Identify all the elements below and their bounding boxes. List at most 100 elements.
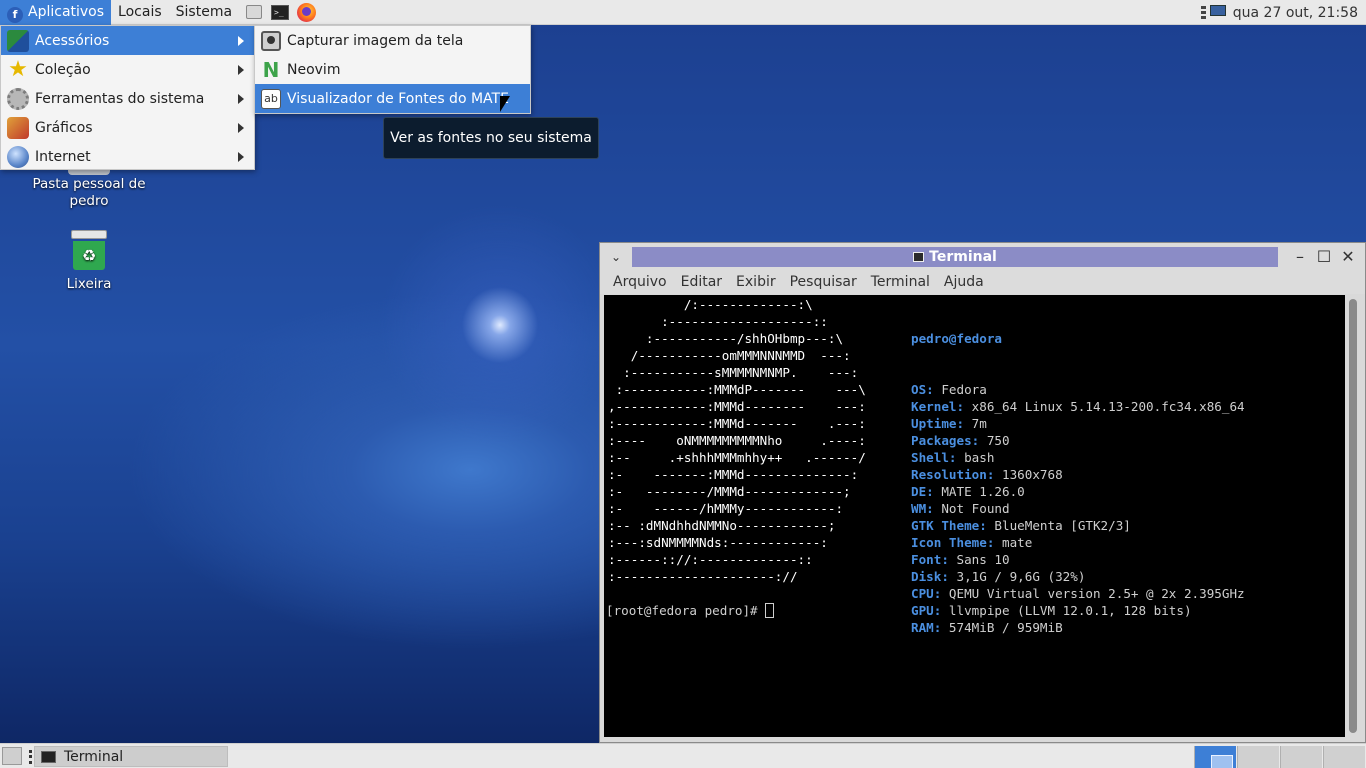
fedora-logo-icon: f bbox=[7, 6, 23, 23]
info-value: llvmpipe (LLVM 12.0.1, 128 bits) bbox=[941, 603, 1192, 618]
info-value: QEMU Virtual version 2.5+ @ 2x 2.395GHz bbox=[941, 586, 1245, 601]
maximize-button[interactable]: ☐ bbox=[1314, 247, 1334, 267]
info-row: GPU: llvmpipe (LLVM 12.0.1, 128 bits) bbox=[911, 602, 1245, 619]
workspace-4[interactable] bbox=[1323, 746, 1365, 768]
menu-pesquisar[interactable]: Pesquisar bbox=[783, 274, 864, 290]
menu-editar[interactable]: Editar bbox=[674, 274, 729, 290]
submenu-arrow-icon bbox=[238, 36, 244, 46]
taskbar-terminal-label: Terminal bbox=[64, 748, 124, 765]
terminal-output[interactable]: /:-------------:\ :-------------------::… bbox=[604, 295, 1345, 737]
info-key: Resolution: bbox=[911, 467, 995, 482]
trash-label: Lixeira bbox=[66, 276, 112, 292]
info-value: Not Found bbox=[933, 501, 1010, 516]
workspace-3[interactable] bbox=[1280, 746, 1322, 768]
menu-item-screenshot[interactable]: Capturar imagem da tela bbox=[255, 26, 530, 55]
info-key: Kernel: bbox=[911, 399, 965, 414]
menu-tooltip: Ver as fontes no seu sistema bbox=[383, 117, 599, 159]
bottom-panel: Terminal bbox=[0, 743, 1366, 768]
logo-line: :---------------------:// bbox=[608, 569, 798, 584]
scrollbar-thumb[interactable] bbox=[1349, 299, 1357, 733]
terminal-scrollbar[interactable] bbox=[1347, 295, 1359, 737]
menu-item-internet[interactable]: Internet bbox=[1, 142, 254, 171]
menu-item-collection[interactable]: ★ Coleção bbox=[1, 55, 254, 84]
menu-item-font-viewer[interactable]: ab Visualizador de Fontes do MATE bbox=[255, 84, 530, 113]
workspace-2[interactable] bbox=[1237, 746, 1279, 768]
user-host: pedro@fedora bbox=[911, 331, 1002, 346]
workspace-1[interactable] bbox=[1194, 746, 1236, 768]
shell-prompt: [root@fedora pedro]# bbox=[606, 602, 775, 619]
info-key: RAM: bbox=[911, 620, 942, 635]
info-key: Icon Theme: bbox=[911, 535, 995, 550]
menu-item-label: Neovim bbox=[287, 61, 341, 78]
text-cursor bbox=[765, 603, 775, 618]
terminal-title-icon bbox=[913, 252, 925, 262]
info-row: Packages: 750 bbox=[911, 432, 1245, 449]
firefox-launcher[interactable] bbox=[295, 2, 317, 22]
show-desktop-button[interactable] bbox=[2, 747, 22, 765]
menu-item-label: Internet bbox=[35, 148, 91, 165]
menu-exibir[interactable]: Exibir bbox=[729, 274, 783, 290]
menu-item-label: Gráficos bbox=[35, 119, 93, 136]
info-row: RAM: 574MiB / 959MiB bbox=[911, 619, 1245, 636]
taskbar-terminal-button[interactable]: Terminal bbox=[34, 746, 228, 767]
menu-ajuda[interactable]: Ajuda bbox=[937, 274, 991, 290]
info-value: 750 bbox=[979, 433, 1010, 448]
info-row: WM: Not Found bbox=[911, 500, 1245, 517]
logo-line: :-----------:MMMdP------- ---\ bbox=[608, 382, 866, 397]
clock[interactable]: qua 27 out, 21:58 bbox=[1233, 5, 1366, 21]
info-row: Disk: 3,1G / 9,6G (32%) bbox=[911, 568, 1245, 585]
terminal-title: Terminal bbox=[929, 249, 997, 265]
info-row: Kernel: x86_64 Linux 5.14.13-200.fc34.x8… bbox=[911, 398, 1245, 415]
terminal-task-icon bbox=[41, 750, 56, 763]
places-menu[interactable]: Locais bbox=[111, 0, 169, 25]
info-key: Shell: bbox=[911, 450, 957, 465]
terminal-launcher[interactable]: >_ bbox=[269, 2, 291, 22]
screenshot-icon bbox=[261, 30, 281, 51]
home-folder-label[interactable]: Pasta pessoal de pedro bbox=[29, 176, 149, 210]
info-value: 1360x768 bbox=[994, 467, 1063, 482]
info-row: Uptime: 7m bbox=[911, 415, 1245, 432]
system-menu[interactable]: Sistema bbox=[169, 0, 239, 25]
top-panel: f Aplicativos Locais Sistema >_ qua 27 ou… bbox=[0, 0, 1366, 25]
info-value: bash bbox=[956, 450, 995, 465]
window-menu-button[interactable]: ⌄ bbox=[606, 247, 626, 267]
info-row: OS: Fedora bbox=[911, 381, 1245, 398]
terminal-title-band[interactable]: Terminal bbox=[632, 247, 1278, 267]
info-key: Packages: bbox=[911, 433, 980, 448]
menu-item-system-tools[interactable]: Ferramentas do sistema bbox=[1, 84, 254, 113]
minimize-button[interactable]: – bbox=[1290, 247, 1310, 267]
panel-tray: qua 27 out, 21:58 bbox=[1200, 0, 1366, 25]
neofetch-info: pedro@fedora OS: Fedora Kernel: x86_64 Li… bbox=[911, 296, 1245, 636]
applications-menu[interactable]: f Aplicativos bbox=[0, 0, 112, 25]
terminal-titlebar[interactable]: ⌄ Terminal – ☐ ✕ bbox=[600, 243, 1365, 270]
menu-item-label: Ferramentas do sistema bbox=[35, 90, 205, 107]
panel-handle-icon[interactable] bbox=[29, 750, 32, 764]
logo-line: :------------:MMMd------- .---: bbox=[608, 416, 866, 431]
close-button[interactable]: ✕ bbox=[1338, 247, 1358, 267]
info-value: 7m bbox=[964, 416, 987, 431]
prompt-text: [root@fedora pedro]# bbox=[606, 603, 766, 618]
menu-arquivo[interactable]: Arquivo bbox=[606, 274, 674, 290]
menu-item-graphics[interactable]: Gráficos bbox=[1, 113, 254, 142]
menu-item-label: Visualizador de Fontes do MATE bbox=[287, 90, 509, 107]
file-manager-launcher[interactable] bbox=[243, 2, 265, 22]
logo-line: ,------------:MMMd-------- ---: bbox=[608, 399, 866, 414]
firefox-icon bbox=[296, 2, 316, 22]
neovim-icon: N bbox=[262, 57, 280, 82]
trash-desktop-item[interactable]: ♻ Lixeira bbox=[29, 230, 149, 293]
network-icon[interactable] bbox=[1200, 4, 1227, 22]
logo-line: :-- :dMNdhhdNMMNo------------; bbox=[608, 518, 836, 533]
applications-menu-popup: Acessórios ★ Coleção Ferramentas do siste… bbox=[0, 25, 255, 170]
menu-item-label: Acessórios bbox=[35, 32, 110, 49]
menu-item-neovim[interactable]: N Neovim bbox=[255, 55, 530, 84]
logo-line: /:-------------:\ bbox=[608, 297, 813, 312]
menu-item-accessories[interactable]: Acessórios bbox=[1, 26, 254, 55]
logo-line: :------:://:-------------:: bbox=[608, 552, 813, 567]
info-key: GTK Theme: bbox=[911, 518, 987, 533]
info-value: Fedora bbox=[933, 382, 987, 397]
info-row: DE: MATE 1.26.0 bbox=[911, 483, 1245, 500]
info-row: GTK Theme: BlueMenta [GTK2/3] bbox=[911, 517, 1245, 534]
menu-terminal[interactable]: Terminal bbox=[864, 274, 937, 290]
logo-line: :-----------sMMMMNMNMP. ---: bbox=[608, 365, 859, 380]
info-row: Font: Sans 10 bbox=[911, 551, 1245, 568]
